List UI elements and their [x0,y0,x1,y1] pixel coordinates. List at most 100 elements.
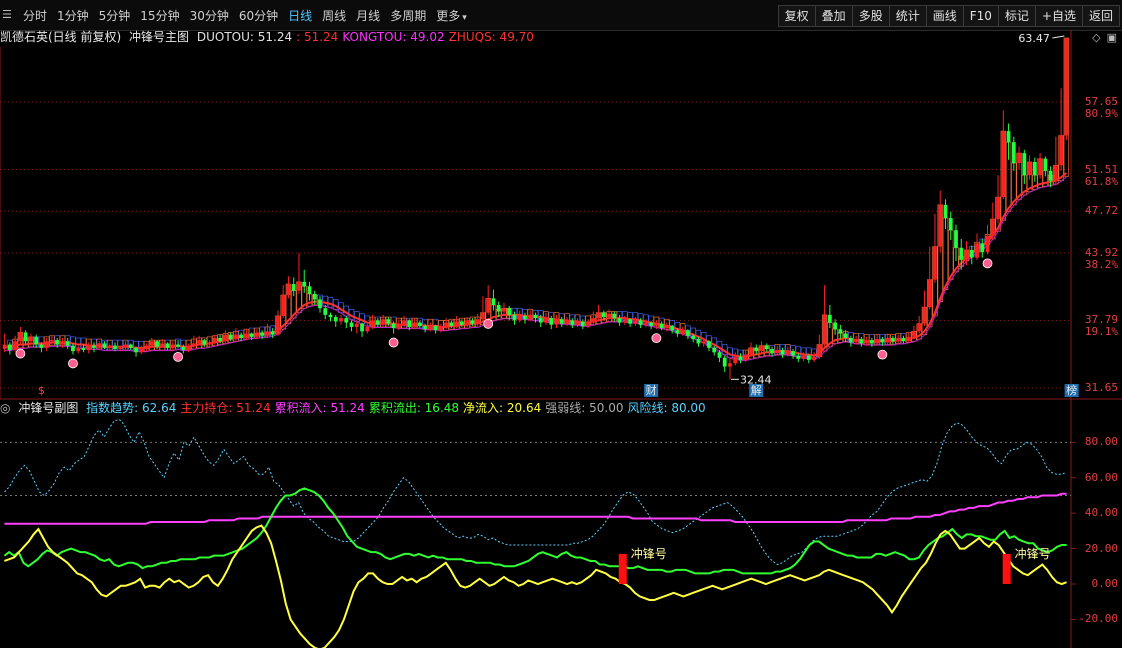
candle-body-28 [149,341,154,346]
tool-button-5[interactable]: F10 [962,5,999,27]
trend-box-120 [632,312,639,323]
trend-box-150 [790,345,796,356]
tool-button-8[interactable]: 返回 [1081,5,1120,27]
candle-body-178 [938,204,943,247]
sub-indicator-name[interactable]: 冲锋号副图 [18,401,78,415]
trend-box-87 [459,317,465,329]
candle-body-116 [612,313,617,319]
main-indicator-name[interactable]: 冲锋号主图 [129,30,189,44]
period-tab-8[interactable]: 月线 [351,7,385,24]
period-tab-7[interactable]: 周线 [317,7,351,24]
candle-body-0 [2,344,7,349]
trend-box-21 [112,339,118,351]
candle-body-5 [29,336,33,342]
tool-button-3[interactable]: 统计 [888,5,927,27]
trend-box-154 [811,348,817,360]
tool-button-7[interactable]: +自选 [1034,5,1083,27]
trend-box-58 [306,293,313,307]
trend-box-67 [354,311,360,322]
period-tab-3[interactable]: 15分钟 [135,7,184,24]
period-tab-9[interactable]: 多周期 [385,7,431,24]
trend-box-201 [1058,135,1064,182]
candle-body-121 [638,320,643,325]
trend-box-137 [722,344,728,355]
trend-box-41 [217,334,223,345]
diamond-icon[interactable]: ◇ [1092,31,1100,44]
candle-body-133 [701,341,706,344]
period-tab-0[interactable]: 分时 [18,7,52,24]
candle-body-49 [260,332,265,336]
trend-box-147 [774,344,780,355]
period-tab-6[interactable]: 日线 [283,7,317,24]
candle-body-188 [990,219,995,236]
trend-box-104 [548,312,554,323]
candle-body-22 [118,347,123,349]
trend-box-89 [469,316,476,328]
trend-box-166 [874,334,880,345]
candle-body-118 [622,319,627,323]
main-legend-item-2: KONGTOU: 49.02 [342,30,445,44]
candle-body-145 [764,345,769,349]
candle-body-172 [906,336,911,342]
candle-body-113 [596,312,601,319]
candle-body-54 [286,284,291,296]
candle-body-168 [885,337,890,343]
candle-body-50 [265,331,270,336]
trend-box-84 [443,320,449,331]
candle-body-95 [502,308,506,312]
stock-name[interactable]: 凯德石英(日线 前复权) [0,30,121,44]
tool-button-6[interactable]: 标记 [997,5,1036,27]
sub-series-0 [4,418,1067,566]
candle-body-170 [896,337,901,342]
period-tab-2[interactable]: 5分钟 [94,7,136,24]
candle-body-26 [139,348,144,353]
trend-box-50 [264,326,271,338]
candle-body-1 [7,344,12,351]
trend-box-31 [164,339,171,351]
trend-box-196 [1032,174,1038,190]
stock-chart[interactable]: 63.4732.44$财解榜停 冲锋号冲锋号冲锋号 [0,0,1122,648]
candle-body-2 [13,341,18,351]
candle-body-25 [134,347,138,353]
trend-box-81 [427,318,434,330]
trend-box-172 [905,332,912,343]
period-tab-1[interactable]: 1分钟 [52,7,94,24]
candle-body-93 [491,298,496,305]
candle-body-52 [276,315,280,335]
maximize-icon[interactable]: ▣ [1107,31,1117,44]
tool-button-1[interactable]: 叠加 [814,5,853,27]
candle-body-194 [1022,153,1027,176]
tool-button-0[interactable]: 复权 [777,5,816,27]
trend-box-62 [327,296,334,308]
candle-body-42 [223,334,228,342]
sub-legend-item-3: 累积流出: 16.48 [368,401,460,415]
trend-box-20 [107,339,113,351]
tool-button-4[interactable]: 画线 [925,5,964,27]
sub-series-3 [4,524,1067,648]
trend-box-190 [1000,130,1007,221]
tool-button-2[interactable]: 多股 [851,5,890,27]
period-tab-10[interactable]: 更多 ▾ [431,7,472,24]
candle-body-201 [1059,135,1064,166]
candle-body-12 [65,341,70,346]
candle-body-19 [102,343,107,348]
candle-body-98 [517,315,522,321]
trend-box-95 [501,307,507,319]
trend-box-140 [737,349,744,361]
trend-box-59 [312,294,318,306]
candle-body-83 [438,326,443,331]
gear-icon[interactable]: ◎ [0,401,10,415]
trend-box-77 [406,317,413,329]
candle-body-39 [207,342,212,345]
trend-box-160 [842,331,849,342]
period-tab-4[interactable]: 30分钟 [185,7,234,24]
trend-box-146 [769,345,775,356]
candle-body-140 [738,356,743,360]
candle-body-37 [197,340,201,344]
period-tab-5[interactable]: 60分钟 [234,7,283,24]
trend-box-202 [1063,37,1070,177]
candle-body-64 [339,318,343,322]
candle-body-174 [917,323,922,332]
candle-body-199 [1048,170,1053,181]
menu-icon[interactable]: ☰ [2,9,16,21]
